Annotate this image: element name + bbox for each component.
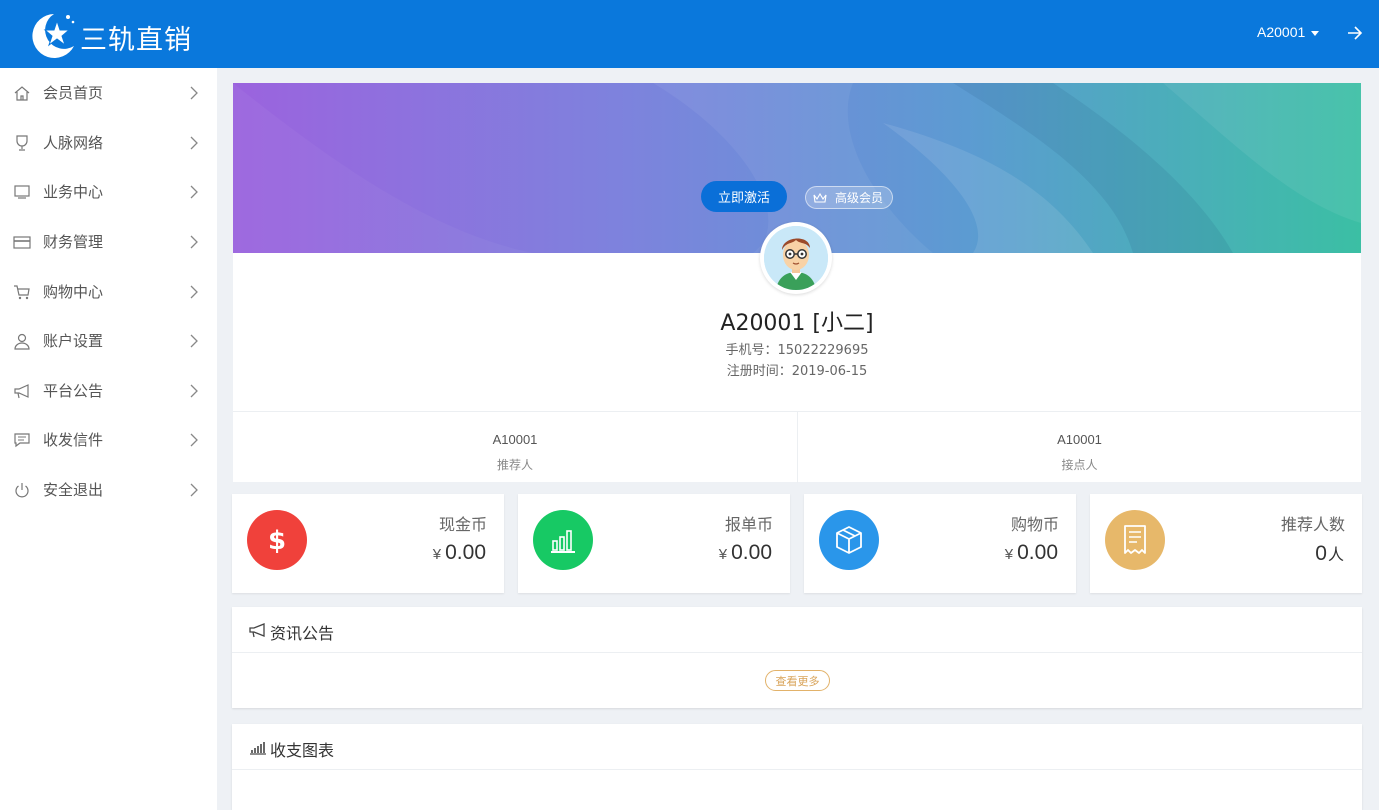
cart-icon xyxy=(14,284,30,299)
megaphone-icon xyxy=(14,383,29,398)
crown-icon xyxy=(813,192,827,203)
referrer-cell: A10001 推荐人 xyxy=(233,412,797,483)
chevron-right-icon xyxy=(190,235,198,248)
receipt-icon xyxy=(1105,510,1165,570)
stat-title: 现金币 xyxy=(438,515,487,534)
sidebar-item-label: 财务管理 xyxy=(43,233,104,251)
sidebar-item-label: 业务中心 xyxy=(43,183,104,201)
referrer-value: A10001 xyxy=(492,432,538,447)
chevron-right-icon xyxy=(190,433,198,446)
dollar-icon: $ xyxy=(247,510,307,570)
chevron-right-icon xyxy=(190,86,198,99)
referrer-label: 推荐人 xyxy=(496,458,533,472)
user-display-name: A20001 [小二] xyxy=(720,311,874,336)
user-register-date: 注册时间：2019-06-15 xyxy=(726,364,868,379)
power-icon xyxy=(15,482,29,497)
placement-cell: A10001 接点人 xyxy=(797,412,1361,483)
arrow-right-icon[interactable] xyxy=(1346,23,1364,43)
sidebar-item-label: 收发信件 xyxy=(43,431,104,449)
placement-value: A10001 xyxy=(1057,432,1102,447)
chevron-right-icon xyxy=(190,185,198,198)
user-icon xyxy=(14,333,30,350)
stat-value: ¥0.00 xyxy=(1004,541,1058,564)
caret-down-icon xyxy=(1311,30,1320,36)
chevron-right-icon xyxy=(190,384,198,397)
stat-card-order: 报单币 ¥0.00 xyxy=(518,494,790,593)
sidebar-item-label: 平台公告 xyxy=(43,382,104,400)
chevron-right-icon xyxy=(190,136,198,149)
stat-value: 0人 xyxy=(1315,542,1344,565)
stat-value: ¥0.00 xyxy=(432,541,486,564)
activate-button[interactable]: 立即激活 xyxy=(701,181,787,212)
stat-title: 报单币 xyxy=(724,515,773,534)
sidebar: 会员首页 人脉网络 业务中心 财务管理 购物中心 账户设置 平台公告 收发信件 xyxy=(0,68,217,810)
sidebar-item-network[interactable]: 人脉网络 xyxy=(0,118,217,167)
user-phone: 手机号：15022229695 xyxy=(725,343,869,358)
sidebar-item-messages[interactable]: 收发信件 xyxy=(0,415,217,464)
chart-panel-title: 收支图表 xyxy=(270,741,335,760)
stat-title: 推荐人数 xyxy=(1280,515,1345,534)
stat-title: 购物币 xyxy=(1010,515,1059,534)
stat-value: ¥0.00 xyxy=(718,541,772,564)
home-icon xyxy=(14,85,30,101)
news-panel: 资讯公告 查看更多 xyxy=(232,607,1362,708)
news-panel-header: 资讯公告 xyxy=(232,607,1362,653)
chart-panel-header: 收支图表 xyxy=(232,724,1362,770)
profile-card: 立即激活 高级会员 A20001 [小二] 手机号：15022229695 注册… xyxy=(233,83,1361,483)
stat-card-cash: $ 现金币 ¥0.00 xyxy=(232,494,504,593)
sidebar-item-label: 安全退出 xyxy=(43,481,104,499)
sidebar-item-label: 购物中心 xyxy=(43,283,104,301)
stat-card-shopping: 购物币 ¥0.00 xyxy=(804,494,1076,593)
cartoon-user-avatar-icon xyxy=(764,226,828,290)
sidebar-item-label: 账户设置 xyxy=(43,332,104,350)
member-level-label: 高级会员 xyxy=(835,191,884,205)
username-label: A20001 xyxy=(1257,24,1306,40)
sidebar-item-announcements[interactable]: 平台公告 xyxy=(0,366,217,415)
news-panel-title: 资讯公告 xyxy=(270,624,335,643)
box-icon xyxy=(819,510,879,570)
star-moon-logo-icon xyxy=(32,14,75,58)
sidebar-item-shopping[interactable]: 购物中心 xyxy=(0,267,217,316)
card-icon xyxy=(13,235,31,249)
member-level-badge: 高级会员 xyxy=(805,186,893,209)
view-more-button[interactable]: 查看更多 xyxy=(765,670,830,691)
megaphone-icon xyxy=(249,623,265,638)
stat-card-referrals: 推荐人数 0人 xyxy=(1090,494,1362,593)
bar-chart-icon xyxy=(250,742,266,755)
sidebar-item-label: 会员首页 xyxy=(43,84,104,102)
referrer-row: A10001 推荐人 A10001 接点人 xyxy=(233,411,1361,483)
sidebar-item-account[interactable]: 账户设置 xyxy=(0,316,217,365)
svg-text:$: $ xyxy=(268,526,286,555)
trophy-icon xyxy=(16,134,28,151)
sidebar-item-label: 人脉网络 xyxy=(43,134,104,152)
sidebar-item-home[interactable]: 会员首页 xyxy=(0,68,217,117)
user-dropdown[interactable]: A20001 xyxy=(1257,24,1320,40)
avatar xyxy=(760,222,832,294)
monitor-icon xyxy=(14,184,30,199)
chevron-right-icon xyxy=(190,334,198,347)
sidebar-item-business[interactable]: 业务中心 xyxy=(0,167,217,216)
sidebar-item-logout[interactable]: 安全退出 xyxy=(0,465,217,514)
bar-chart-icon xyxy=(533,510,593,570)
placement-label: 接点人 xyxy=(1061,458,1098,472)
brand-title: 三轨直销 xyxy=(80,25,192,56)
income-expense-chart-panel: 收支图表 xyxy=(232,724,1362,810)
chevron-right-icon xyxy=(190,483,198,496)
sidebar-item-finance[interactable]: 财务管理 xyxy=(0,217,217,266)
chevron-right-icon xyxy=(190,285,198,298)
message-icon xyxy=(14,432,30,447)
top-header: 三轨直销 A20001 xyxy=(0,0,1379,68)
